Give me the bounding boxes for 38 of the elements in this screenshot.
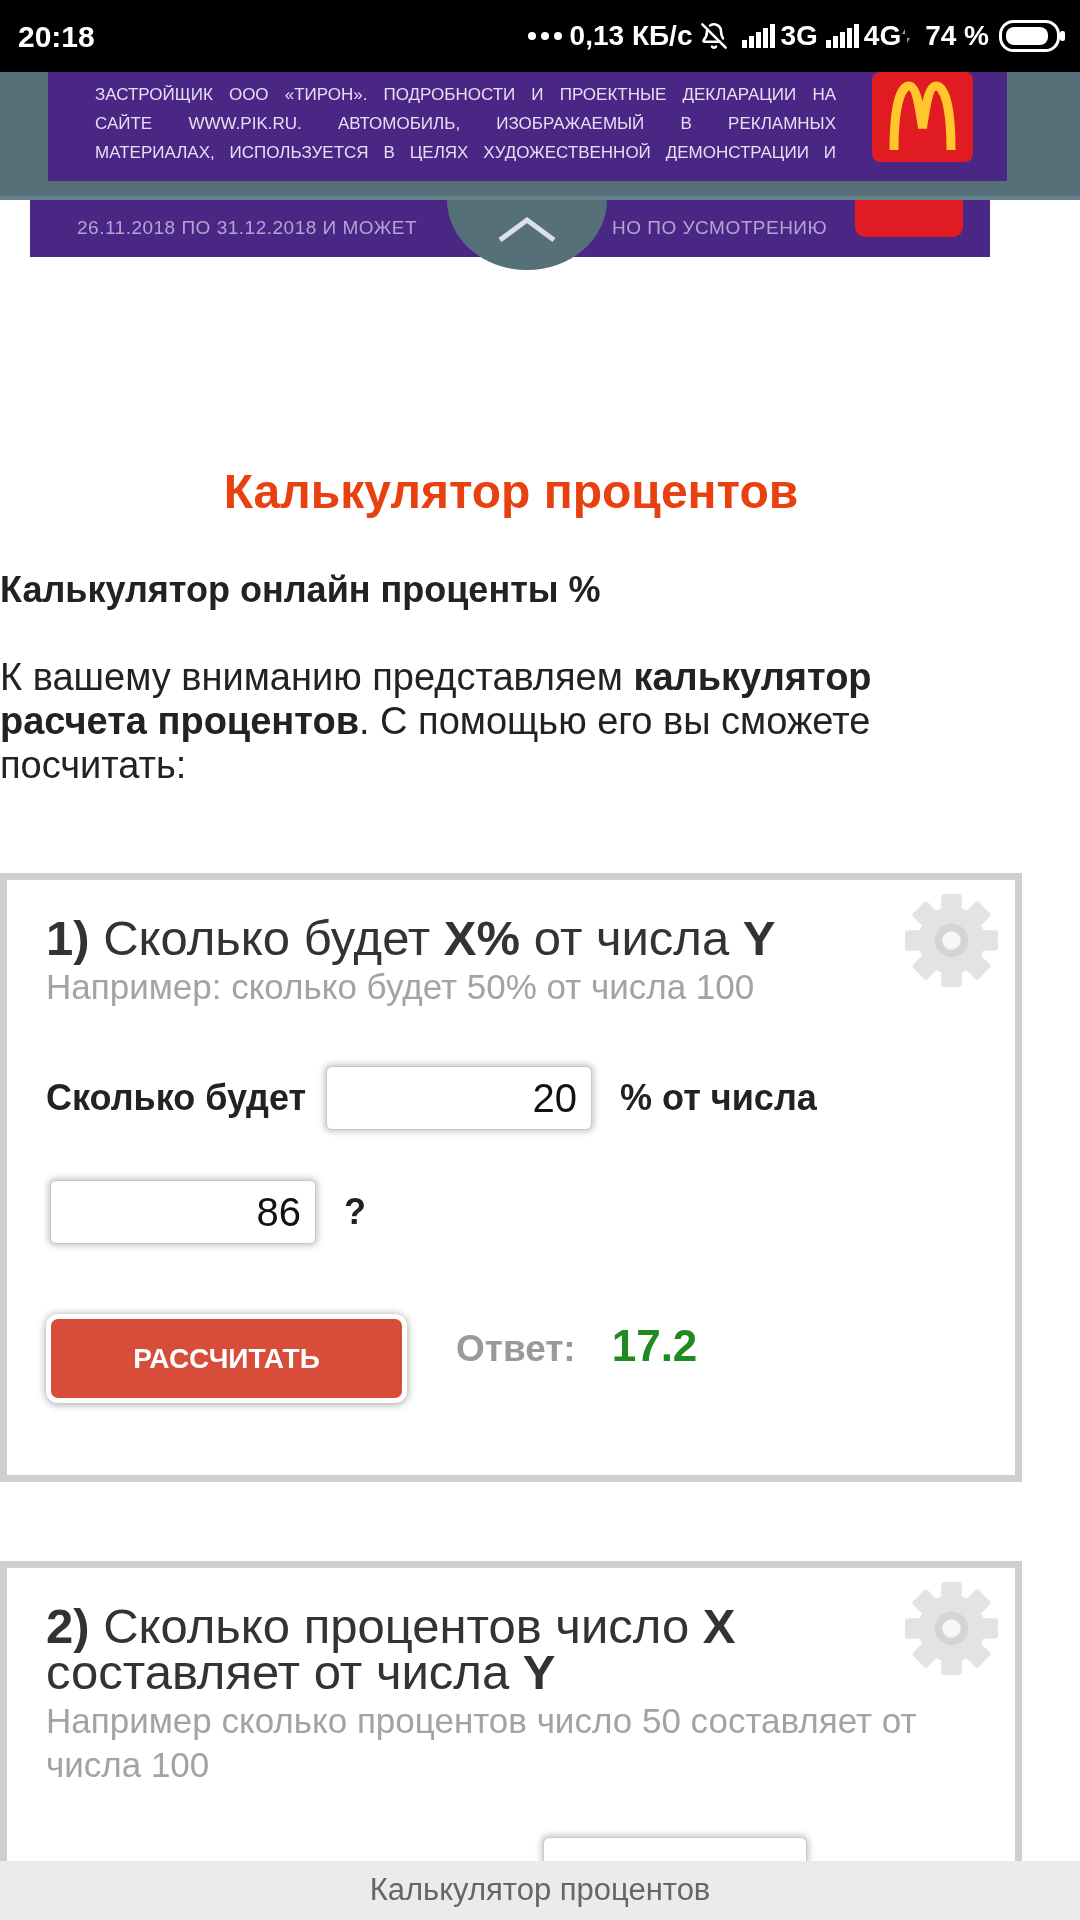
signal-icon <box>742 24 777 48</box>
field-label: Сколько будет <box>46 1077 307 1119</box>
bottom-bar-title: Калькулятор процентов <box>369 1871 711 1910</box>
bell-off-icon <box>700 22 729 50</box>
number-input[interactable] <box>543 1837 807 1861</box>
ad-text: 26.11.2018 ПО 31.12.2018 И МОЖЕТ <box>77 216 417 241</box>
logo-tile-icon <box>855 200 963 237</box>
number-input[interactable]: 20 <box>326 1066 593 1130</box>
ad-banner[interactable]: НО ПО УСМОТРЕНИЮ <box>607 200 990 257</box>
dots-icon <box>527 32 562 40</box>
field-label: ? <box>344 1191 366 1233</box>
logo-icon <box>872 72 973 162</box>
example-text: Например: сколько будет 50% от числа 100 <box>46 966 756 1008</box>
settings-icon[interactable] <box>905 1582 998 1675</box>
collapse-button[interactable] <box>447 200 607 270</box>
battery-percent: 74 % <box>925 19 989 53</box>
section-heading: Калькулятор онлайн проценты % <box>0 568 602 612</box>
intro-text: К вашему вниманию представляем калькулятор расчета процентов. С помощью его вы сможете посчитать: <box>0 655 873 787</box>
network-type: 4G <box>863 19 902 53</box>
data-arrows-icon <box>901 27 912 45</box>
number-input[interactable]: 86 <box>50 1180 316 1244</box>
settings-icon[interactable] <box>905 894 998 987</box>
calculator-title: 2) Сколько процентов число X составляет от числа Y <box>46 1603 737 1695</box>
signal-icon <box>825 24 860 48</box>
network-speed: 0,13 КБ/с <box>569 19 693 53</box>
ad-banner[interactable]: ЗАСТРОЙЩИК ООО «ТИРОН». ПОДРОБНОСТИ И ПРОЕКТНЫЕ ДЕКЛАРАЦИИ НА САЙТЕ WWW.PIK.RU. АВТОМОБИЛЬ, ИЗОБРАЖАЕМЫЙ В РЕКЛАМНЫХ МАТЕРИАЛАХ, ИСПОЛЬЗУЕТСЯ В ЦЕЛЯХ ХУДОЖЕСТВЕННОЙ ДЕМОНСТРАЦИИ И <box>48 72 1007 181</box>
ad-disclaimer-text: ЗАСТРОЙЩИК ООО «ТИРОН». ПОДРОБНОСТИ И ПРОЕКТНЫЕ ДЕКЛАРАЦИИ НА САЙТЕ WWW.PIK.RU. АВТОМОБИЛЬ, ИЗОБРАЖАЕМЫЙ В РЕКЛАМНЫХ МАТЕРИАЛАХ, ИСПОЛЬЗУЕТСЯ В ЦЕЛЯХ ХУДОЖЕСТВЕННОЙ ДЕМОНСТРАЦИИ И <box>95 84 836 164</box>
ad-banner[interactable]: 26.11.2018 ПО 31.12.2018 И МОЖЕТ <box>30 200 447 257</box>
clock-text: 20:18 <box>18 18 95 55</box>
battery-icon <box>999 20 1065 52</box>
page-title: Калькулятор процентов <box>222 464 800 520</box>
chevron-up-icon <box>498 216 556 242</box>
answer-label: Ответ: <box>456 1327 576 1371</box>
ad-text: НО ПО УСМОТРЕНИЮ <box>612 216 828 241</box>
field-label: % от числа <box>620 1077 817 1119</box>
network-type: 3G <box>780 19 818 53</box>
answer-value: 17.2 <box>611 1324 698 1368</box>
example-text: Например сколько процентов число 50 составляет от числа 100 <box>46 1700 918 1786</box>
